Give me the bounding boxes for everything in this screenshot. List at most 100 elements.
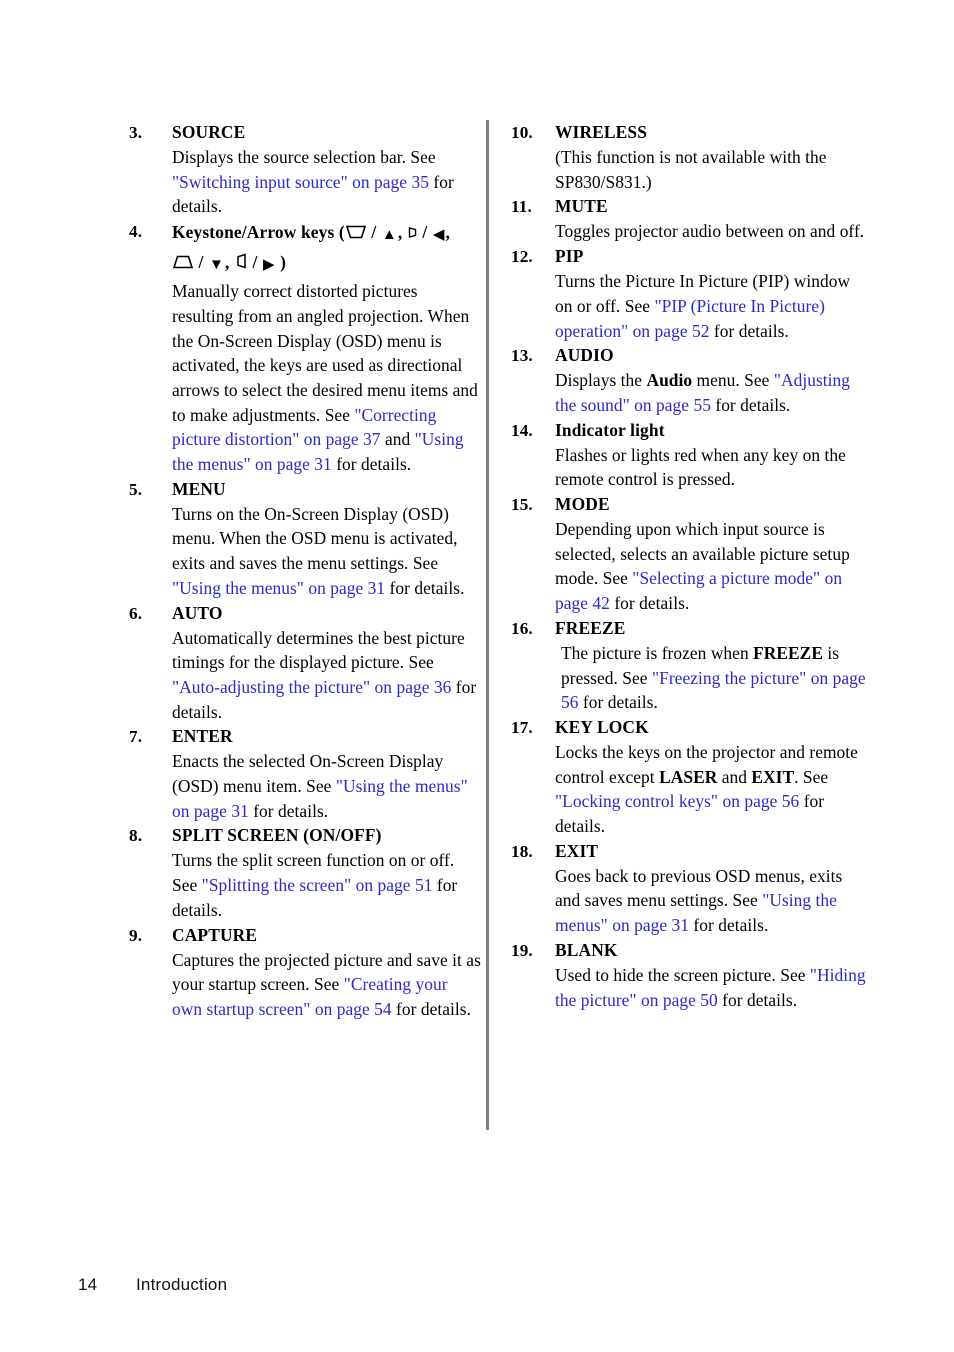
item-number: 4. — [129, 222, 143, 242]
item-title-text: FREEZE — [555, 617, 626, 638]
manual-list-item: 7. ENTER Enacts the selected On-Screen Dis… — [125, 724, 482, 823]
manual-list-item: 3. SOURCE Displays the source selection ba… — [125, 120, 482, 219]
item-number: 7. — [129, 727, 143, 747]
item-title: MENU — [172, 477, 482, 502]
glyph-separator: / — [417, 222, 432, 243]
item-title-text: KEY LOCK — [555, 716, 649, 737]
left-column: 3. SOURCE Displays the source selection ba… — [125, 120, 482, 1022]
item-number: 18. — [511, 841, 533, 861]
body-text: for details. — [717, 989, 798, 1010]
manual-list-item: 19. BLANK Used to hide the screen picture.… — [505, 938, 870, 1012]
body-text: for details. — [609, 593, 690, 614]
manual-list-item: 14. Indicator light Flashes or lights red … — [505, 418, 870, 492]
item-title-text: BLANK — [555, 939, 618, 960]
cross-reference-link[interactable]: "Using the menus" on page 31 — [172, 578, 385, 598]
item-number: 5. — [129, 479, 143, 499]
item-title: KEY LOCK — [555, 715, 870, 740]
body-text: for details. — [710, 394, 791, 415]
body-text: for details. — [391, 998, 472, 1019]
item-title-text: Keystone/Arrow keys ( — [172, 222, 345, 243]
item-title-text: CAPTURE — [172, 924, 258, 945]
item-number: 10. — [511, 123, 533, 142]
item-number: 12. — [511, 247, 533, 267]
column-divider — [486, 120, 489, 1130]
manual-list-item: 6. AUTO Automatically determines the best … — [125, 601, 482, 725]
item-number: 19. — [511, 940, 533, 960]
glyph-comma: , — [224, 252, 234, 273]
page-number: 14 — [78, 1275, 98, 1294]
item-number: 9. — [129, 925, 143, 945]
manual-list-item: 16. FREEZE The picture is frozen when FREE… — [505, 616, 870, 715]
item-number: 15. — [511, 495, 533, 515]
body-text: for details. — [578, 692, 658, 713]
item-title-text: EXIT — [555, 840, 599, 861]
body-text: Turns on the On-Screen Display (OSD) men… — [172, 503, 458, 574]
body-text: Flashes or lights red when any key on th… — [555, 444, 846, 490]
keystone-down-trapezoid-icon — [345, 225, 366, 239]
manual-list-item: 13. AUDIO Displays the Audio menu. See "Ad… — [505, 343, 870, 417]
item-description: Turns on the On-Screen Display (OSD) men… — [172, 502, 482, 601]
item-title: EXIT — [555, 839, 870, 864]
emphasis-text: EXIT — [751, 766, 795, 787]
item-title: SOURCE — [172, 120, 482, 145]
body-text: Used to hide the screen picture. See — [555, 964, 810, 985]
glyph-comma: , — [445, 222, 451, 243]
emphasis-text: Audio — [646, 370, 693, 391]
item-title-text: SOURCE — [172, 122, 246, 142]
item-description: Turns the Picture In Picture (PIP) windo… — [555, 269, 870, 343]
body-text: and — [717, 766, 752, 787]
body-text: and — [380, 429, 415, 450]
item-title: Keystone/Arrow keys ( / ▲, / ◀, / ▼, / ▶… — [172, 219, 482, 279]
manual-list-item: 11. MUTE Toggles projector audio between o… — [505, 194, 870, 244]
glyph-separator: / — [194, 252, 208, 273]
cross-reference-link[interactable]: "Auto-adjusting the picture" on page 36 — [172, 677, 451, 697]
body-text: for details. — [689, 915, 769, 936]
item-title-text: MUTE — [555, 196, 608, 217]
item-description: Automatically determines the best pictur… — [172, 626, 482, 725]
item-number: 13. — [511, 346, 533, 366]
arrow-left-icon: ◀ — [432, 227, 445, 244]
item-title: CAPTURE — [172, 923, 482, 948]
cross-reference-link[interactable]: "Locking control keys" on page 56 — [555, 791, 799, 811]
item-title-text: MENU — [172, 478, 226, 499]
page-footer: 14 Introduction — [78, 1275, 227, 1295]
emphasis-text: FREEZE — [753, 642, 823, 663]
item-description: Turns the split screen function on or of… — [172, 848, 482, 922]
keystone-left-small-icon — [235, 253, 247, 269]
item-title-suffix: ) — [275, 252, 287, 273]
body-text: for details. — [709, 320, 789, 341]
manual-list-item: 12. PIP Turns the Picture In Picture (PIP)… — [505, 244, 870, 343]
item-description: Manually correct distorted pictures resu… — [172, 279, 482, 477]
item-title: WIRELESS — [555, 120, 870, 145]
item-title-text: Indicator light — [555, 419, 665, 440]
body-text: for details. — [385, 577, 465, 598]
item-description: (This function is not available with the… — [555, 145, 870, 194]
item-description: Captures the projected picture and save … — [172, 948, 482, 1022]
item-description: Depending upon which input source is sel… — [555, 517, 870, 616]
right-column: 10. WIRELESS (This function is not availab… — [505, 120, 870, 1012]
item-title: BLANK — [555, 938, 870, 963]
manual-list-item: 4. Keystone/Arrow keys ( / ▲, / ◀, / ▼, /… — [125, 219, 482, 477]
arrow-down-icon: ▼ — [208, 257, 224, 274]
body-text: Displays the — [555, 370, 647, 391]
item-number: 3. — [129, 123, 143, 142]
cross-reference-link[interactable]: "Splitting the screen" on page 51 — [202, 875, 433, 895]
glyph-comma: , — [397, 222, 407, 243]
item-description: Toggles projector audio between on and o… — [555, 219, 870, 244]
item-description: Enacts the selected On-Screen Display (O… — [172, 749, 482, 823]
body-text: menu. See — [692, 370, 774, 391]
manual-list-item: 17. KEY LOCK Locks the keys on the project… — [505, 715, 870, 839]
body-text: Automatically determines the best pictur… — [172, 627, 465, 673]
body-text: . See — [794, 766, 829, 787]
item-number: 14. — [511, 420, 533, 440]
item-title: AUTO — [172, 601, 482, 626]
manual-list-item: 10. WIRELESS (This function is not availab… — [505, 120, 870, 194]
item-title: ENTER — [172, 724, 482, 749]
item-description: Flashes or lights red when any key on th… — [555, 443, 870, 492]
item-number: 8. — [129, 826, 143, 846]
item-number: 6. — [129, 603, 143, 623]
item-description: Displays the Audio menu. See "Adjusting … — [555, 368, 870, 417]
cross-reference-link[interactable]: "Switching input source" on page 35 — [172, 172, 429, 192]
body-text: for details. — [331, 454, 412, 475]
item-number: 16. — [511, 618, 533, 638]
